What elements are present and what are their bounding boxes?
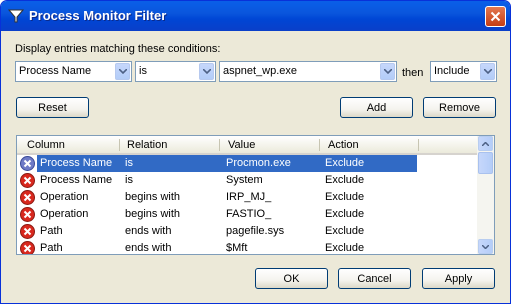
chevron-down-icon[interactable]	[199, 63, 214, 80]
row-relation: begins with	[125, 208, 181, 220]
conditions-label: Display entries matching these condition…	[15, 43, 221, 55]
row-relation: is	[125, 157, 133, 169]
column-select-value: Process Name	[19, 65, 92, 77]
filter-funnel-icon	[8, 9, 24, 23]
chevron-down-icon	[482, 244, 489, 249]
header-divider[interactable]	[319, 139, 320, 151]
row-action: Exclude	[325, 157, 365, 169]
table-row[interactable]: Path ends with pagefile.sys Exclude	[17, 223, 478, 240]
remove-button[interactable]: Remove	[423, 97, 496, 118]
row-value: FASTIO_	[226, 208, 272, 220]
cancel-button[interactable]: Cancel	[338, 268, 411, 289]
column-header-action[interactable]: Action	[328, 139, 359, 151]
scroll-up-button[interactable]	[478, 136, 493, 151]
filter-dialog: Process Monitor Filter Display entries m…	[0, 0, 511, 304]
filter-list[interactable]: Column Relation Value Action Process Nam…	[16, 135, 495, 255]
header-divider[interactable]	[219, 139, 220, 151]
exclude-x-icon[interactable]	[20, 207, 35, 222]
reset-button[interactable]: Reset	[16, 97, 89, 118]
scrollbar-thumb[interactable]	[478, 152, 493, 174]
table-row[interactable]: Path ends with $Mft Exclude	[17, 240, 478, 255]
relation-select[interactable]: is	[135, 61, 216, 82]
row-action: Exclude	[325, 174, 365, 186]
row-column: Path	[40, 225, 63, 237]
title-bar[interactable]: Process Monitor Filter	[1, 1, 510, 31]
then-label: then	[402, 67, 424, 79]
column-header-value[interactable]: Value	[228, 139, 255, 151]
header-divider[interactable]	[119, 139, 120, 151]
row-value: pagefile.sys	[226, 225, 285, 237]
row-relation: is	[125, 174, 133, 186]
vertical-scrollbar[interactable]	[477, 136, 494, 254]
apply-button[interactable]: Apply	[422, 268, 495, 289]
exclude-x-icon[interactable]	[20, 241, 35, 255]
exclude-x-icon[interactable]	[20, 224, 35, 239]
ok-button[interactable]: OK	[255, 268, 328, 289]
add-button[interactable]: Add	[340, 97, 413, 118]
chevron-down-icon[interactable]	[380, 63, 395, 80]
chevron-up-icon	[482, 141, 489, 146]
row-value: System	[226, 174, 263, 186]
column-header-relation[interactable]: Relation	[127, 139, 167, 151]
close-button[interactable]	[485, 6, 506, 27]
row-column: Process Name	[40, 174, 113, 186]
row-relation: begins with	[125, 191, 181, 203]
row-column: Path	[40, 242, 63, 254]
action-select-value: Include	[434, 65, 470, 77]
row-column: Operation	[40, 208, 89, 220]
row-action: Exclude	[325, 191, 365, 203]
dialog-body: Display entries matching these condition…	[4, 31, 507, 300]
table-row[interactable]: Operation begins with FASTIO_ Exclude	[17, 206, 478, 223]
list-header: Column Relation Value Action	[17, 136, 478, 155]
table-row[interactable]: Process Name is System Exclude	[17, 172, 478, 189]
relation-select-value: is	[139, 65, 147, 77]
scroll-down-button[interactable]	[478, 239, 493, 254]
action-select[interactable]: Include	[430, 61, 497, 82]
close-icon	[490, 11, 501, 22]
row-action: Exclude	[325, 242, 365, 254]
table-row[interactable]: Operation begins with IRP_MJ_ Exclude	[17, 189, 478, 206]
row-relation: ends with	[125, 225, 172, 237]
column-header-column[interactable]: Column	[27, 139, 65, 151]
row-value: IRP_MJ_	[226, 191, 272, 203]
value-combo[interactable]: aspnet_wp.exe	[219, 61, 397, 82]
row-column: Process Name	[40, 157, 113, 169]
window-title: Process Monitor Filter	[29, 8, 167, 23]
table-row[interactable]: Process Name is Procmon.exe Exclude	[17, 155, 478, 172]
row-action: Exclude	[325, 225, 365, 237]
row-value: Procmon.exe	[226, 157, 291, 169]
exclude-x-icon[interactable]	[20, 190, 35, 205]
row-value: $Mft	[226, 242, 248, 254]
exclude-x-icon[interactable]	[20, 173, 35, 188]
header-divider[interactable]	[418, 139, 419, 151]
row-action: Exclude	[325, 208, 365, 220]
value-combo-value[interactable]: aspnet_wp.exe	[223, 65, 297, 77]
exclude-x-icon[interactable]	[20, 156, 35, 171]
row-column: Operation	[40, 191, 89, 203]
chevron-down-icon[interactable]	[480, 63, 495, 80]
chevron-down-icon[interactable]	[115, 63, 130, 80]
column-select[interactable]: Process Name	[15, 61, 132, 82]
row-relation: ends with	[125, 242, 172, 254]
